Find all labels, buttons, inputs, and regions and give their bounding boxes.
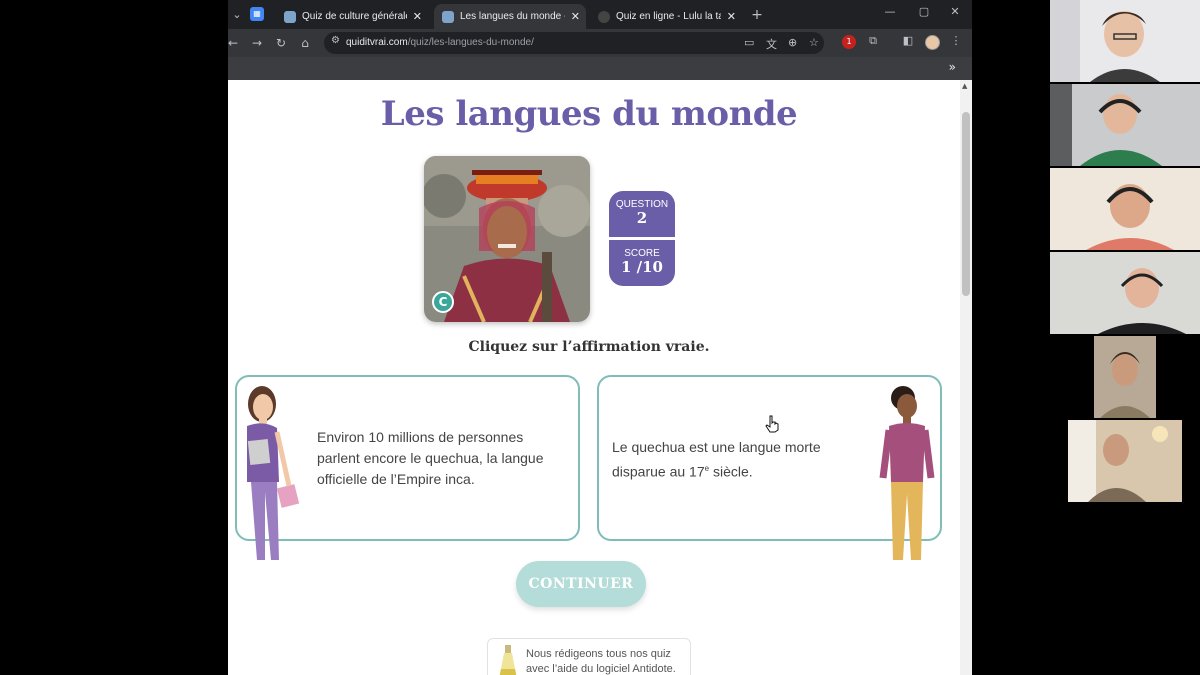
hand-cursor-icon (765, 415, 779, 433)
reload-icon[interactable]: ↻ (272, 34, 290, 52)
bookmarks-bar: » (228, 57, 972, 80)
back-arrow-icon[interactable]: ← (228, 34, 242, 52)
woman-character-illustration (247, 386, 300, 560)
address-bar[interactable]: ⚙ quiditvrai.com/quiz/les-langues-du-mon… (324, 32, 824, 54)
close-tab-icon[interactable]: ✕ (571, 10, 580, 23)
zoom-icon[interactable]: ⊕ (788, 36, 797, 49)
question-counter: QUESTION 2 (609, 191, 675, 237)
continue-button[interactable]: CONTINUER (516, 561, 646, 607)
pinned-tab-icon[interactable]: ▦ (250, 7, 264, 21)
install-icon[interactable]: ▭ (744, 36, 754, 49)
quiz-favicon-icon (442, 10, 454, 23)
menu-dots-icon[interactable]: ⋮ (947, 34, 965, 47)
participant-video-2[interactable] (1050, 84, 1200, 166)
bookmark-star-icon[interactable]: ☆ (809, 36, 819, 49)
translate-icon[interactable]: 文 (766, 36, 777, 52)
minimize-icon[interactable]: — (880, 5, 900, 18)
new-tab-button[interactable]: + (748, 6, 766, 24)
scroll-up-icon[interactable]: ▲ (962, 82, 967, 90)
scrollbar-thumb[interactable] (962, 112, 970, 296)
mole-favicon-icon (598, 10, 610, 23)
page-title: Les langues du monde (380, 94, 798, 134)
tab-quiz-culture-generale[interactable]: Quiz de culture générale - Quiz ✕ (276, 4, 428, 29)
antidote-banner[interactable]: Nous rédigeons tous nos quiz avec l’aide… (487, 638, 691, 675)
tab-bar: ⌄ ▦ Quiz de culture générale - Quiz ✕ Le… (228, 0, 972, 29)
photo-credit-badge[interactable]: C (432, 291, 454, 313)
participant-video-3[interactable] (1050, 168, 1200, 250)
side-panel-icon[interactable]: ◧ (899, 34, 917, 47)
tab-search-icon[interactable]: ⌄ (228, 6, 246, 24)
tab-quiz-lulu-la-taupe[interactable]: Quiz en ligne - Lulu la taupe, je ✕ (590, 4, 742, 29)
screen: ⌄ ▦ Quiz de culture générale - Quiz ✕ Le… (0, 0, 1200, 675)
browser-window: ⌄ ▦ Quiz de culture générale - Quiz ✕ Le… (228, 0, 972, 675)
participant-video-4[interactable] (1050, 252, 1200, 334)
tab-langues-du-monde[interactable]: Les langues du monde - Quiz C ✕ (434, 4, 586, 29)
bookmarks-overflow-button[interactable]: » (949, 60, 956, 74)
girl-character-illustration (879, 386, 935, 560)
quiz-favicon-icon (284, 10, 296, 23)
browser-toolbar: ← → ↻ ⌂ ⚙ quiditvrai.com/quiz/les-langue… (228, 29, 972, 57)
close-tab-icon[interactable]: ✕ (413, 10, 422, 23)
extensions-icon[interactable]: ⧉ (864, 34, 882, 48)
participant-video-6[interactable] (1068, 420, 1182, 502)
profile-avatar[interactable] (925, 35, 940, 50)
url-text[interactable]: quiditvrai.com/quiz/les-langues-du-monde… (346, 37, 534, 48)
extension-icon[interactable]: 1 (842, 35, 856, 49)
page-scrollbar[interactable]: ▲ (960, 80, 972, 675)
participant-video-1[interactable] (1050, 0, 1200, 82)
home-icon[interactable]: ⌂ (296, 34, 314, 52)
participant-video-5[interactable] (1094, 336, 1156, 418)
antidote-bottle-icon (499, 645, 517, 675)
answer-text: Environ 10 millions de personnes parlent… (317, 429, 544, 487)
maximize-icon[interactable]: ▢ (914, 5, 934, 18)
score-counter: SCORE 1 /10 (609, 240, 675, 286)
close-icon[interactable]: ✕ (945, 5, 965, 18)
close-tab-icon[interactable]: ✕ (727, 10, 736, 23)
site-settings-icon[interactable]: ⚙ (331, 35, 340, 46)
instruction-text: Cliquez sur l’affirmation vraie. (468, 339, 710, 355)
forward-arrow-icon[interactable]: → (248, 34, 266, 52)
quiz-page: Les langues du monde C QUESTION 2 SCORE … (228, 80, 972, 675)
answer-text: Le quechua est une langue morte disparue… (612, 439, 821, 480)
